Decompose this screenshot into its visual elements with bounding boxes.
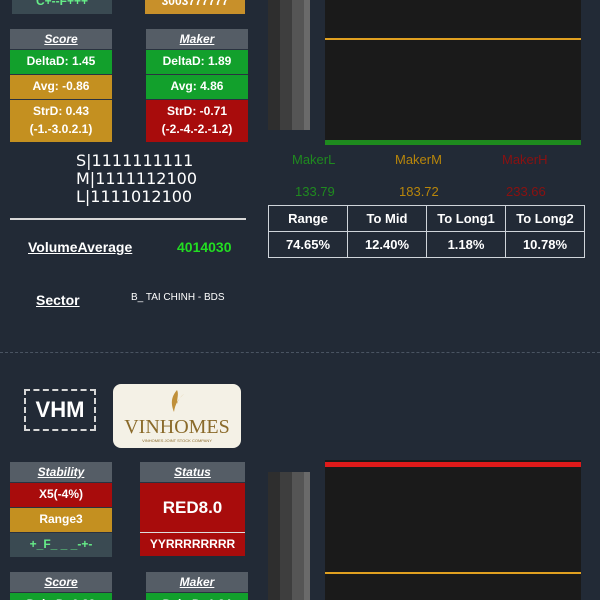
volume-bands-top [268,0,310,130]
top-left-pattern: C+--F+++ [12,0,112,14]
maker-m-label: MakerM [395,152,442,167]
score-card: Score DeltaD: 1.45 Avg: -0.86 StrD: 0.43… [10,29,112,142]
divider [10,218,246,220]
section-separator [0,352,600,353]
ticker-symbol[interactable]: VHM [24,389,96,431]
stats-header-long2: To Long2 [505,205,585,232]
maker-m-value: 183.72 [399,184,439,199]
price-chart-bottom[interactable] [325,460,581,600]
sml-s: S|1111111111 [76,151,194,170]
sml-block: S|1111111111 M|1111112100 L|1111012100 [76,152,197,206]
stats-value-range: 74.65% [268,231,348,258]
bottom-maker-delta: DeltaD: 1.84 [146,592,248,600]
company-logo: VINHOMES VINHOMES JOINT STOCK COMPANY [113,384,241,448]
sector-value: B_ TAI CHINH - BDS [131,292,225,303]
sml-m: M|1111112100 [76,169,197,188]
status-card: Status RED8.0 YYRRRRRRRR [140,462,245,556]
maker-card: Maker DeltaD: 1.89 Avg: 4.86 StrD: -0.71… [146,29,248,142]
bottom-maker-card: Maker DeltaD: 1.84 [146,572,248,600]
score-std: StrD: 0.43 [32,104,90,118]
status-pattern: YYRRRRRRRR [140,532,245,556]
top-red-line [325,462,581,467]
stability-level: X5(-4%) [10,482,112,507]
maker-l-value: 133.79 [295,184,335,199]
mid-line-bottom [325,572,581,574]
status-value: RED8.0 [140,482,245,532]
maker-h-value: 233.66 [506,184,546,199]
maker-delta: DeltaD: 1.89 [146,49,248,74]
maker-avg: Avg: 4.86 [146,74,248,99]
stability-pattern: +_F_ _ _-+- [10,532,112,557]
maker-l-label: MakerL [292,152,336,167]
sml-l: L|1111012100 [76,187,193,206]
volume-bands-bottom [268,472,310,600]
stats-value-long2: 10.78% [505,231,585,258]
score-range: (-1.-3.0.2.1) [29,122,93,136]
stability-range: Range3 [10,507,112,532]
bottom-maker-title: Maker [146,572,248,592]
sector-label[interactable]: Sector [36,292,80,308]
maker-title: Maker [146,29,248,49]
bird-icon [171,390,184,412]
bottom-score-card: Score DeltaD: 0.83 [10,572,112,600]
stability-card: Stability X5(-4%) Range3 +_F_ _ _-+- [10,462,112,557]
score-avg: Avg: -0.86 [10,74,112,99]
bottom-score-delta: DeltaD: 0.83 [10,592,112,600]
stats-table: Range To Mid To Long1 To Long2 74.65% 12… [268,205,585,258]
logo-wordmark: VINHOMES [124,416,230,438]
logo-subtext: VINHOMES JOINT STOCK COMPANY [142,438,212,443]
volume-value: 4014030 [177,239,232,255]
mid-line [325,38,581,40]
bottom-score-title: Score [10,572,112,592]
stats-header-range: Range [268,205,348,232]
stats-header-long1: To Long1 [426,205,506,232]
chart-bottom-bar [325,140,581,145]
maker-h-label: MakerH [502,152,548,167]
stats-value-mid: 12.40% [347,231,427,258]
maker-range: (-2.-4.-2.-1.2) [161,122,233,136]
volume-label[interactable]: VolumeAverage [28,239,132,255]
score-title: Score [10,29,112,49]
maker-std: StrD: -0.71 [166,104,228,118]
stability-title: Stability [10,462,112,482]
status-title: Status [140,462,245,482]
stats-value-long1: 1.18% [426,231,506,258]
top-right-pattern: 3003777777 [145,0,245,14]
stats-header-mid: To Mid [347,205,427,232]
price-chart-top[interactable] [325,0,581,140]
score-delta: DeltaD: 1.45 [10,49,112,74]
